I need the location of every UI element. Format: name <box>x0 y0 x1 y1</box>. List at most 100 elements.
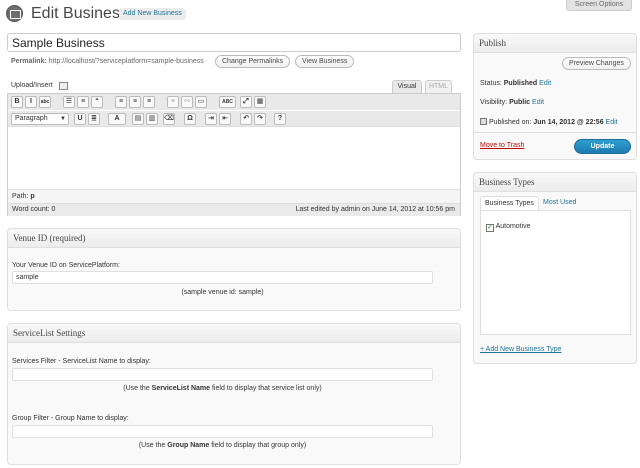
justify-icon[interactable]: ≣ <box>88 113 100 125</box>
upload-insert-label: Upload/Insert <box>11 82 53 89</box>
group-filter-input[interactable] <box>12 425 433 438</box>
business-types-list: ✓ Automotive <box>480 210 631 335</box>
edit-status-link[interactable]: Edit <box>539 80 551 87</box>
visibility-row: Visibility: Public Edit <box>480 99 544 106</box>
services-filter-label: Services Filter - ServiceList Name to di… <box>12 358 151 365</box>
word-count: Word count: 0 <box>12 206 56 213</box>
numbered-list-icon[interactable]: ≡ <box>77 96 89 108</box>
editor-toolbar-row-1: B Iabc ☰ ≡ “≡ ≡ ≡ ⚭ ⚯ ▭ ABC ⤢ ▦ <box>8 94 460 110</box>
indent-icon[interactable]: ⇤ <box>219 113 231 125</box>
hint-field-name: ServiceList Name <box>151 385 211 392</box>
status-value: Published <box>503 80 538 87</box>
servicelist-settings-title[interactable]: ServiceList Settings <box>8 324 460 343</box>
published-on-row: Published on: Jun 14, 2012 @ 22:56 Edit <box>480 118 618 126</box>
publish-box: Publish Preview Changes Status: Publishe… <box>473 33 637 160</box>
permalink-row: Permalink: http://localhost/?serviceplat… <box>11 58 204 65</box>
published-on-label: Published on: <box>488 119 532 126</box>
strikethrough-icon[interactable]: abc <box>39 96 51 108</box>
underline-icon[interactable]: U <box>74 113 86 125</box>
hint-text: (Use the <box>123 385 152 392</box>
page-title: Edit Business <box>31 5 128 22</box>
editor-toolbar-row-2: Paragraph ▼ U ≣ A ▤ ▥ ⌫ Ω ⇥ ⇤ ↶ ↷? <box>8 111 460 127</box>
hint-text: (Use the <box>138 442 168 449</box>
redo-icon[interactable]: ↷ <box>254 113 266 125</box>
edit-published-date-link[interactable]: Edit <box>606 119 618 126</box>
blockquote-icon[interactable]: “ <box>91 96 103 108</box>
checkbox-checked-icon[interactable]: ✓ <box>486 224 494 232</box>
paste-text-icon[interactable]: ▤ <box>132 113 144 125</box>
page-icon <box>6 5 23 22</box>
special-character-icon[interactable]: Ω <box>184 113 196 125</box>
outdent-icon[interactable]: ⇥ <box>205 113 217 125</box>
tab-html[interactable]: HTML <box>425 80 452 93</box>
preview-changes-button[interactable]: Preview Changes <box>562 57 631 70</box>
servicelist-settings-box: ServiceList Settings Services Filter - S… <box>7 323 461 465</box>
status-label: Status: <box>480 80 502 87</box>
align-left-icon[interactable]: ≡ <box>115 96 127 108</box>
help-icon[interactable]: ? <box>274 113 286 125</box>
add-media-icon[interactable] <box>59 82 68 90</box>
divider <box>474 132 636 133</box>
calendar-icon <box>480 118 487 125</box>
business-types-box: Business Types Business Types Most Used … <box>473 172 637 364</box>
services-filter-hint: (Use the ServiceList Name field to displ… <box>12 385 433 392</box>
insert-more-icon[interactable]: ▭ <box>195 96 207 108</box>
tab-visual[interactable]: Visual <box>392 80 422 93</box>
venue-id-hint: (sample venue id: sample) <box>181 289 264 296</box>
spellcheck-icon[interactable]: ABC <box>219 96 236 108</box>
visibility-label: Visibility: <box>480 99 508 106</box>
remove-formatting-icon[interactable]: ⌫ <box>163 113 175 125</box>
view-business-button[interactable]: View Business <box>295 55 355 68</box>
list-item[interactable]: ✓ Automotive <box>486 223 531 232</box>
visibility-value: Public <box>509 99 531 106</box>
format-select-value: Paragraph <box>15 115 48 122</box>
publish-box-title[interactable]: Publish <box>474 34 636 53</box>
tab-business-types-all[interactable]: Business Types <box>480 196 539 210</box>
venue-id-box: Venue ID (required) Your Venue ID on Ser… <box>7 228 461 311</box>
undo-icon[interactable]: ↶ <box>240 113 252 125</box>
business-type-label: Automotive <box>495 223 531 230</box>
hint-text: field to display that group only) <box>209 442 307 449</box>
permalink-url: http://localhost/?serviceplatform=sample… <box>48 58 204 65</box>
post-title-input[interactable]: Sample Business <box>7 33 461 52</box>
kitchen-sink-icon[interactable]: ▦ <box>254 96 266 108</box>
chevron-down-icon: ▼ <box>60 116 66 122</box>
venue-id-box-title[interactable]: Venue ID (required) <box>8 229 460 248</box>
add-new-business-button[interactable]: Add New Business <box>119 8 186 20</box>
italic-icon[interactable]: I <box>25 96 37 108</box>
text-color-icon[interactable]: A <box>108 113 126 125</box>
paste-word-icon[interactable]: ▥ <box>146 113 158 125</box>
add-new-business-type-link[interactable]: + Add New Business Type <box>480 346 561 353</box>
move-to-trash-link[interactable]: Move to Trash <box>480 142 524 149</box>
path-value: p <box>30 193 35 200</box>
change-permalinks-button[interactable]: Change Permalinks <box>215 55 291 68</box>
format-select[interactable]: Paragraph ▼ <box>11 113 69 125</box>
align-right-icon[interactable]: ≡ <box>143 96 155 108</box>
editor-path: Path: p <box>8 189 460 203</box>
bold-icon[interactable]: B <box>11 96 23 108</box>
permalink-label: Permalink: <box>11 58 47 65</box>
insert-link-icon[interactable]: ⚭ <box>167 96 179 108</box>
path-label: Path: <box>12 193 29 200</box>
last-edited: Last edited by admin on June 14, 2012 at… <box>295 206 455 213</box>
fullscreen-icon[interactable]: ⤢ <box>240 96 252 108</box>
group-filter-label: Group Filter - Group Name to display: <box>12 415 129 422</box>
business-types-box-title[interactable]: Business Types <box>474 173 636 192</box>
align-center-icon[interactable]: ≡ <box>129 96 141 108</box>
unlink-icon[interactable]: ⚯ <box>181 96 193 108</box>
published-on-value: Jun 14, 2012 @ 22:56 <box>533 119 604 126</box>
venue-id-input[interactable]: sample <box>12 271 433 284</box>
hint-text: field to display that service list only) <box>210 385 322 392</box>
screen-options-button[interactable]: Screen Options <box>566 0 632 11</box>
status-row: Status: Published Edit <box>480 80 551 87</box>
edit-visibility-link[interactable]: Edit <box>532 99 544 106</box>
update-button[interactable]: Update <box>574 139 631 154</box>
venue-id-label: Your Venue ID on ServicePlatform: <box>12 262 120 269</box>
bullet-list-icon[interactable]: ☰ <box>63 96 75 108</box>
services-filter-input[interactable] <box>12 368 433 381</box>
tab-most-used[interactable]: Most Used <box>539 196 580 210</box>
group-filter-hint: (Use the Group Name field to display tha… <box>12 442 433 449</box>
hint-field-name: Group Name <box>167 442 210 449</box>
editor-content-area[interactable] <box>8 128 460 189</box>
editor-status-bar: Word count: 0 Last edited by admin on Ju… <box>8 203 460 216</box>
